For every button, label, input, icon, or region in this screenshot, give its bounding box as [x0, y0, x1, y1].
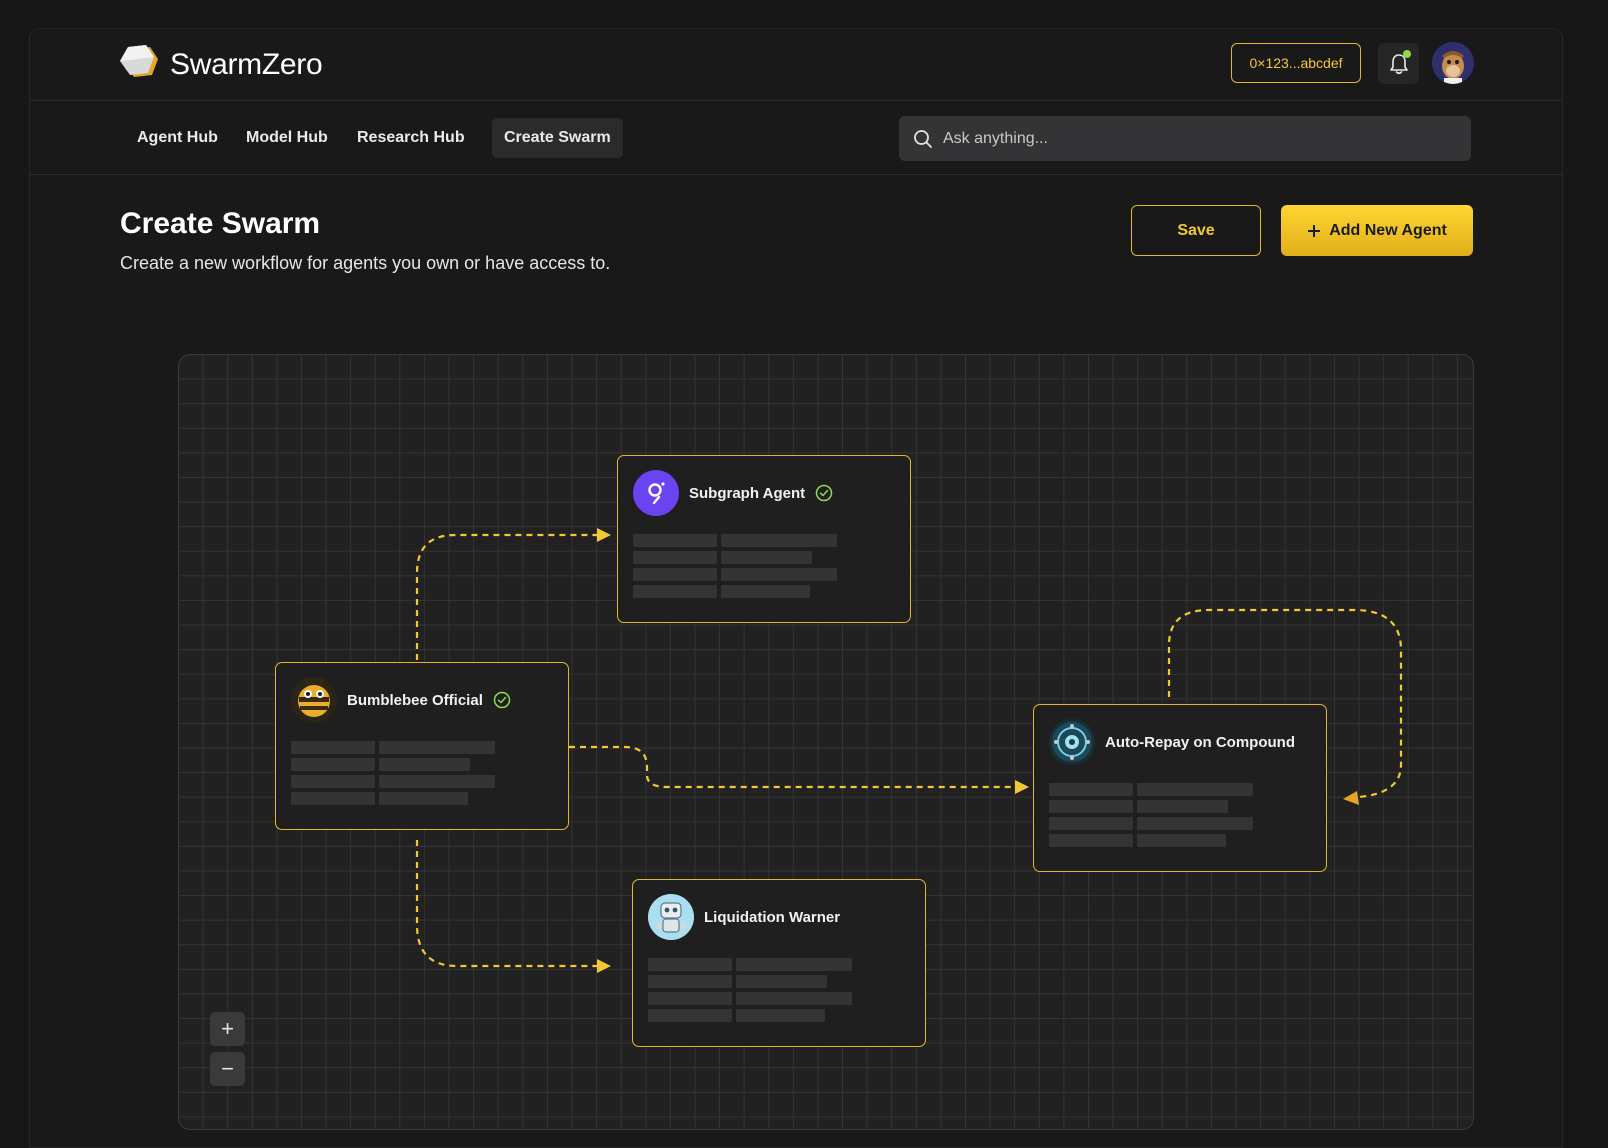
nav-item-research-hub[interactable]: Research Hub: [345, 118, 477, 158]
agent-node-title: Auto-Repay on Compound: [1105, 733, 1295, 751]
add-new-agent-label: Add New Agent: [1329, 221, 1447, 239]
ape-avatar-icon: [1432, 42, 1474, 84]
subgraph-logo-icon: [633, 470, 679, 516]
search-placeholder: Ask anything...: [943, 129, 1048, 147]
app-frame: SwarmZero 0×123...abcdef Agent Hub Model…: [29, 28, 1563, 1148]
agent-node-bumblebee[interactable]: Bumblebee Official: [275, 662, 569, 830]
connection-bumblebee-subgraph: [415, 533, 597, 660]
robot-avatar-icon: [648, 894, 694, 940]
page-subtitle: Create a new workflow for agents you own…: [120, 253, 611, 273]
main-nav: Agent Hub Model Hub Research Hub Create …: [30, 101, 1562, 175]
search-input[interactable]: Ask anything...: [899, 116, 1471, 161]
save-button[interactable]: Save: [1131, 205, 1261, 256]
agent-node-placeholder-lines: [648, 958, 868, 1026]
agent-node-title: Subgraph Agent: [689, 484, 806, 502]
nav-item-model-hub[interactable]: Model Hub: [234, 118, 340, 158]
arrow-head-loop: [1343, 791, 1359, 805]
agent-node-subgraph[interactable]: Subgraph Agent: [617, 455, 911, 623]
wallet-address-button[interactable]: 0×123...abcdef: [1231, 43, 1361, 83]
search-icon: [914, 129, 932, 148]
swarmzero-logo-icon: [120, 45, 158, 77]
verified-check-icon: [815, 484, 833, 502]
verified-check-icon: [493, 691, 511, 709]
notifications-button[interactable]: [1378, 43, 1419, 84]
agent-node-placeholder-lines: [633, 534, 853, 602]
bumblebee-avatar-icon: [291, 677, 337, 723]
connection-bumblebee-autorepay: [569, 745, 1015, 789]
brand-logo[interactable]: SwarmZero: [118, 45, 323, 85]
notification-dot: [1403, 50, 1411, 58]
arrow-head-subgraph: [597, 528, 611, 542]
nav-item-agent-hub[interactable]: Agent Hub: [125, 118, 230, 158]
arrow-head-autorepay: [1015, 780, 1029, 794]
connection-bumblebee-liquidation: [415, 840, 597, 968]
page-title: Create Swarm: [120, 207, 321, 240]
zoom-in-button[interactable]: +: [210, 1012, 245, 1046]
agent-node-liquidation-warner[interactable]: Liquidation Warner: [632, 879, 926, 1047]
nav-item-create-swarm[interactable]: Create Swarm: [492, 118, 623, 158]
zoom-out-button[interactable]: −: [210, 1052, 245, 1086]
agent-node-auto-repay[interactable]: Auto-Repay on Compound: [1033, 704, 1327, 872]
compound-avatar-icon: [1049, 719, 1095, 765]
arrow-head-liquidation: [597, 959, 611, 973]
brand-name: SwarmZero: [170, 48, 323, 81]
user-avatar[interactable]: [1432, 42, 1474, 84]
agent-node-placeholder-lines: [1049, 783, 1269, 851]
top-bar: SwarmZero 0×123...abcdef: [30, 29, 1562, 101]
plus-icon: [1308, 224, 1321, 237]
add-new-agent-button[interactable]: Add New Agent: [1281, 205, 1473, 256]
agent-node-title: Liquidation Warner: [704, 908, 841, 926]
agent-node-title: Bumblebee Official: [347, 691, 483, 709]
workflow-canvas[interactable]: Subgraph Agent Bumblebee Official Auto-R…: [178, 354, 1474, 1130]
agent-node-placeholder-lines: [291, 741, 511, 809]
